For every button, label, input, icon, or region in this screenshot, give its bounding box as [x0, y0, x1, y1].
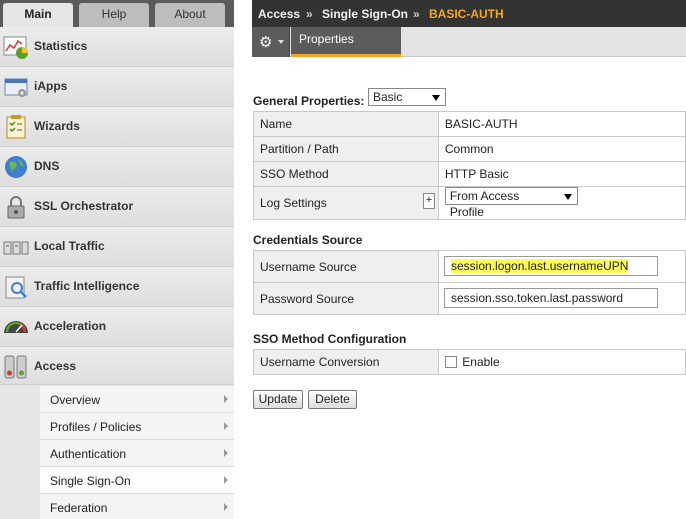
nav-item-label: Access: [34, 359, 77, 373]
chevron-right-icon: [224, 476, 228, 484]
tab-main[interactable]: Main: [3, 3, 73, 27]
chevron-right-icon: [224, 395, 228, 403]
sso-method-config-heading: SSO Method Configuration: [253, 332, 407, 346]
subitem-label: Profiles / Policies: [50, 420, 142, 434]
gear-icon: ⚙: [259, 34, 273, 51]
property-value: From Access Profile: [437, 186, 686, 220]
nav-item-statistics[interactable]: Statistics: [0, 27, 234, 67]
nav-item-label: Acceleration: [34, 319, 107, 333]
breadcrumb: Access » Single Sign-On » BASIC-AUTH: [252, 0, 686, 27]
subitem-label: Federation: [50, 501, 108, 515]
table-row: Name BASIC-AUTH: [253, 111, 686, 137]
chevron-down-icon: [278, 40, 284, 44]
chevron-right-icon: [224, 422, 228, 430]
table-row: SSO Method HTTP Basic: [253, 161, 686, 187]
nav-item-label: Local Traffic: [34, 239, 105, 253]
sso-config-table: Username Conversion Enable: [252, 349, 686, 375]
sidebar-subitem-authentication[interactable]: Authentication: [40, 440, 234, 467]
properties-view-select-value: Basic: [373, 90, 403, 104]
chevron-right-icon: [224, 503, 228, 511]
nav-item-access[interactable]: Access: [0, 347, 234, 385]
statistics-icon: [3, 36, 28, 59]
sidebar-subitem-federation[interactable]: Federation: [40, 494, 234, 519]
property-value: BASIC-AUTH: [437, 111, 686, 137]
iapps-icon: [4, 78, 28, 97]
update-button[interactable]: Update: [253, 390, 303, 409]
sidebar-subitem-profiles-policies[interactable]: Profiles / Policies: [40, 413, 234, 440]
toolbar: ⚙ Properties: [252, 27, 686, 57]
nav-item-label: Traffic Intelligence: [34, 279, 140, 293]
property-key: SSO Method: [253, 161, 439, 187]
nav-item-iapps[interactable]: iApps: [0, 67, 234, 107]
subitem-label: Single Sign-On: [50, 474, 131, 488]
nav-item-acceleration[interactable]: Acceleration: [0, 307, 234, 347]
access-icon: [4, 355, 27, 379]
tab-about[interactable]: About: [155, 3, 225, 27]
nav-item-label: iApps: [34, 79, 68, 93]
traffic-intelligence-icon: [5, 276, 27, 299]
breadcrumb-separator: »: [306, 7, 313, 21]
general-properties-label: General Properties:: [253, 94, 365, 108]
password-source-value: session.sso.token.last.password: [451, 291, 624, 305]
nav-item-label: Wizards: [34, 119, 80, 133]
breadcrumb-current: BASIC-AUTH: [429, 7, 504, 21]
nav-item-label: SSL Orchestrator: [34, 199, 134, 213]
nav-tab-bar: Main Help About: [0, 0, 234, 27]
property-key: Log Settings: [253, 186, 439, 220]
property-key: Password Source: [252, 282, 440, 315]
nav-item-ssl-orchestrator[interactable]: SSL Orchestrator: [0, 187, 234, 227]
general-properties-heading: General Properties:: [253, 94, 364, 108]
sidebar-subitem-overview[interactable]: Overview: [40, 386, 234, 413]
enable-label: Enable: [462, 355, 500, 369]
properties-view-select[interactable]: Basic: [368, 88, 446, 106]
subitem-label: Authentication: [50, 447, 127, 461]
username-source-input[interactable]: session.logon.last.usernameUPN: [444, 256, 658, 276]
chevron-right-icon: [224, 449, 228, 457]
general-properties-table: Name BASIC-AUTH Partition / Path Common …: [253, 111, 686, 220]
nav-item-label: Statistics: [34, 39, 88, 53]
breadcrumb-single-sign-on[interactable]: Single Sign-On: [322, 7, 408, 21]
property-value: Enable: [438, 349, 686, 375]
dns-globe-icon: [5, 156, 27, 178]
tab-properties[interactable]: Properties: [291, 27, 401, 57]
password-source-input[interactable]: session.sso.token.last.password: [444, 288, 658, 308]
subitem-label: Overview: [50, 393, 101, 407]
nav-item-local-traffic[interactable]: Local Traffic: [0, 227, 234, 267]
property-value: Common: [437, 136, 686, 162]
table-row: Username Conversion Enable: [252, 349, 686, 375]
breadcrumb-separator: »: [413, 7, 420, 21]
property-value: HTTP Basic: [437, 161, 686, 187]
dropdown-arrow-icon: [432, 95, 440, 101]
local-traffic-icon: [3, 241, 29, 255]
table-row: Partition / Path Common: [253, 136, 686, 162]
log-settings-label: Log Settings: [260, 196, 327, 210]
nav-item-wizards[interactable]: Wizards: [0, 107, 234, 147]
sidebar-subitem-single-sign-on[interactable]: Single Sign-On: [40, 467, 234, 494]
acceleration-gauge-icon: [4, 321, 28, 333]
property-key: Partition / Path: [253, 136, 439, 162]
nav-item-dns[interactable]: DNS: [0, 147, 234, 187]
property-key: Username Source: [252, 250, 440, 283]
left-navigation: Main Help About Statistics iApps Wizards: [0, 0, 234, 519]
nav-item-label: DNS: [34, 159, 60, 173]
breadcrumb-access[interactable]: Access: [258, 7, 300, 21]
property-key: Name: [253, 111, 439, 137]
log-settings-add-button[interactable]: +: [423, 193, 435, 209]
log-settings-select[interactable]: From Access Profile: [444, 187, 578, 219]
dropdown-arrow-icon: [563, 194, 572, 200]
gear-menu-button[interactable]: ⚙: [252, 27, 290, 57]
username-conversion-checkbox[interactable]: [445, 356, 458, 368]
nav-item-traffic-intelligence[interactable]: Traffic Intelligence: [0, 267, 234, 307]
username-source-value: session.logon.last.usernameUPN: [451, 259, 629, 273]
credentials-source-heading: Credentials Source: [253, 233, 363, 247]
table-row: Log Settings From Access Profile: [253, 186, 686, 220]
tab-properties-label: Properties: [299, 32, 354, 46]
wizards-icon: [6, 115, 26, 139]
delete-button[interactable]: Delete: [308, 390, 357, 409]
property-key: Username Conversion: [252, 349, 440, 375]
tab-help[interactable]: Help: [79, 3, 149, 27]
log-settings-select-value: From Access Profile: [449, 189, 520, 219]
ssl-lock-icon: [7, 196, 25, 219]
